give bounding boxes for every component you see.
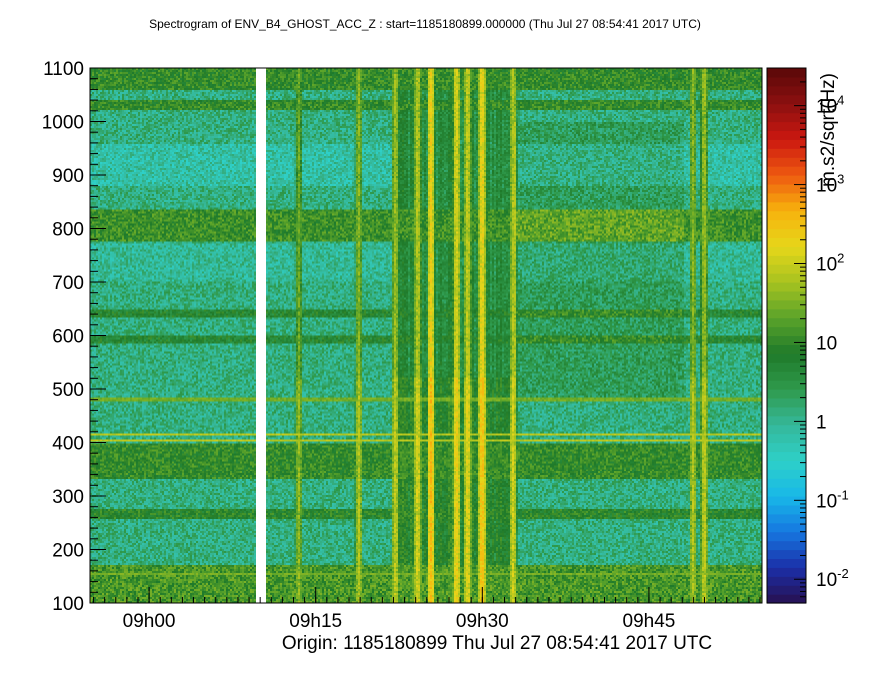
x-tick-label: 09h15	[289, 611, 342, 632]
colorbar-swatch	[767, 290, 806, 301]
spectrogram-figure: Spectrogram of ENV_B4_GHOST_ACC_Z : star…	[0, 0, 896, 672]
y-tick-label: 600	[52, 327, 84, 348]
colorbar-swatch	[767, 433, 806, 444]
colorbar-swatch	[767, 85, 806, 96]
colorbar-swatch	[767, 192, 806, 203]
colorbar-tick-label: 10	[816, 333, 837, 354]
y-tick-label: 400	[52, 434, 84, 455]
colorbar-swatch	[767, 228, 806, 239]
y-tick-label: 700	[52, 273, 84, 294]
colorbar-swatch	[767, 594, 806, 604]
colorbar-swatch	[767, 210, 806, 221]
colorbar-tick-label: 10-1	[816, 487, 849, 512]
colorbar-tick-label: 10-2	[816, 566, 849, 591]
colorbar-swatch	[767, 335, 806, 346]
colorbar-swatch	[767, 112, 806, 123]
colorbar-swatch	[767, 531, 806, 542]
colorbar-swatch	[767, 460, 806, 470]
colorbar-swatch	[767, 567, 806, 577]
y-tick-label: 900	[52, 166, 84, 187]
colorbar-swatch	[767, 148, 806, 158]
y-tick-label: 200	[52, 541, 84, 562]
y-tick-label: 500	[52, 380, 84, 401]
colorbar-swatch	[767, 397, 806, 408]
colorbar-swatch	[767, 558, 806, 568]
y-tick-label: 800	[52, 220, 84, 241]
colorbar-swatch	[767, 68, 806, 78]
colorbar-swatch	[767, 362, 806, 372]
colorbar-swatch	[767, 371, 806, 381]
x-axis-label: Origin: 1185180899 Thu Jul 27 08:54:41 2…	[282, 633, 712, 654]
x-tick-label: 09h45	[623, 611, 676, 632]
colorbar-swatch	[767, 326, 806, 337]
colorbar-swatch	[767, 442, 806, 453]
colorbar-tick-label: 1	[816, 412, 827, 433]
colorbar-swatch	[767, 389, 806, 399]
colorbar-swatch	[767, 157, 806, 167]
colorbar-tick-label: 102	[816, 251, 844, 276]
colorbar-swatch	[767, 175, 806, 185]
colorbar-swatch	[767, 201, 806, 212]
colorbar-swatch	[767, 513, 806, 524]
colorbar-swatch	[767, 130, 806, 140]
colorbar-swatch	[767, 576, 806, 586]
x-tick-label: 09h30	[456, 611, 509, 632]
colorbar-swatch	[767, 237, 806, 247]
chart-title: Spectrogram of ENV_B4_GHOST_ACC_Z : star…	[149, 17, 701, 31]
colorbar-swatch	[767, 549, 806, 560]
y-tick-label: 100	[52, 594, 84, 615]
spectrogram-svg: Spectrogram of ENV_B4_GHOST_ACC_Z : star…	[42, 17, 849, 654]
spectrogram-image	[90, 68, 762, 603]
colorbar-swatch	[767, 219, 806, 230]
colorbar-swatch	[767, 264, 806, 274]
y-tick-label: 300	[52, 487, 84, 508]
colorbar-swatch	[767, 166, 806, 176]
colorbar-swatch	[767, 308, 806, 319]
y-tick-label: 1000	[42, 113, 84, 134]
heatmap-plot	[90, 68, 762, 603]
colorbar-swatch	[767, 478, 806, 488]
colorbar-swatch	[767, 380, 806, 390]
y-tick-label: 1100	[43, 59, 84, 80]
colorbar-swatch	[767, 469, 806, 479]
colorbar-swatch	[767, 487, 806, 497]
colorbar-swatch	[767, 246, 806, 256]
colorbar-swatch	[767, 103, 806, 114]
x-tick-label: 09h00	[123, 611, 176, 632]
colorbar-label: m.s2/sqrt(Hz)	[818, 73, 839, 187]
colorbar-swatch	[767, 406, 806, 417]
colorbar-swatch	[767, 94, 806, 105]
colorbar-swatch	[767, 415, 806, 426]
colorbar-swatch	[767, 282, 806, 292]
